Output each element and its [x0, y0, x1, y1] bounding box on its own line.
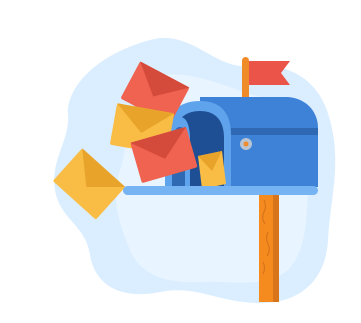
- mailbox-base: [123, 186, 318, 195]
- mailbox-post-shadow: [273, 186, 279, 302]
- mailbox-with-flying-letters-icon: [53, 37, 336, 304]
- mailbox-illustration: [0, 0, 361, 323]
- envelope-yellow-small: [198, 151, 226, 189]
- flag-pivot-center: [243, 141, 249, 147]
